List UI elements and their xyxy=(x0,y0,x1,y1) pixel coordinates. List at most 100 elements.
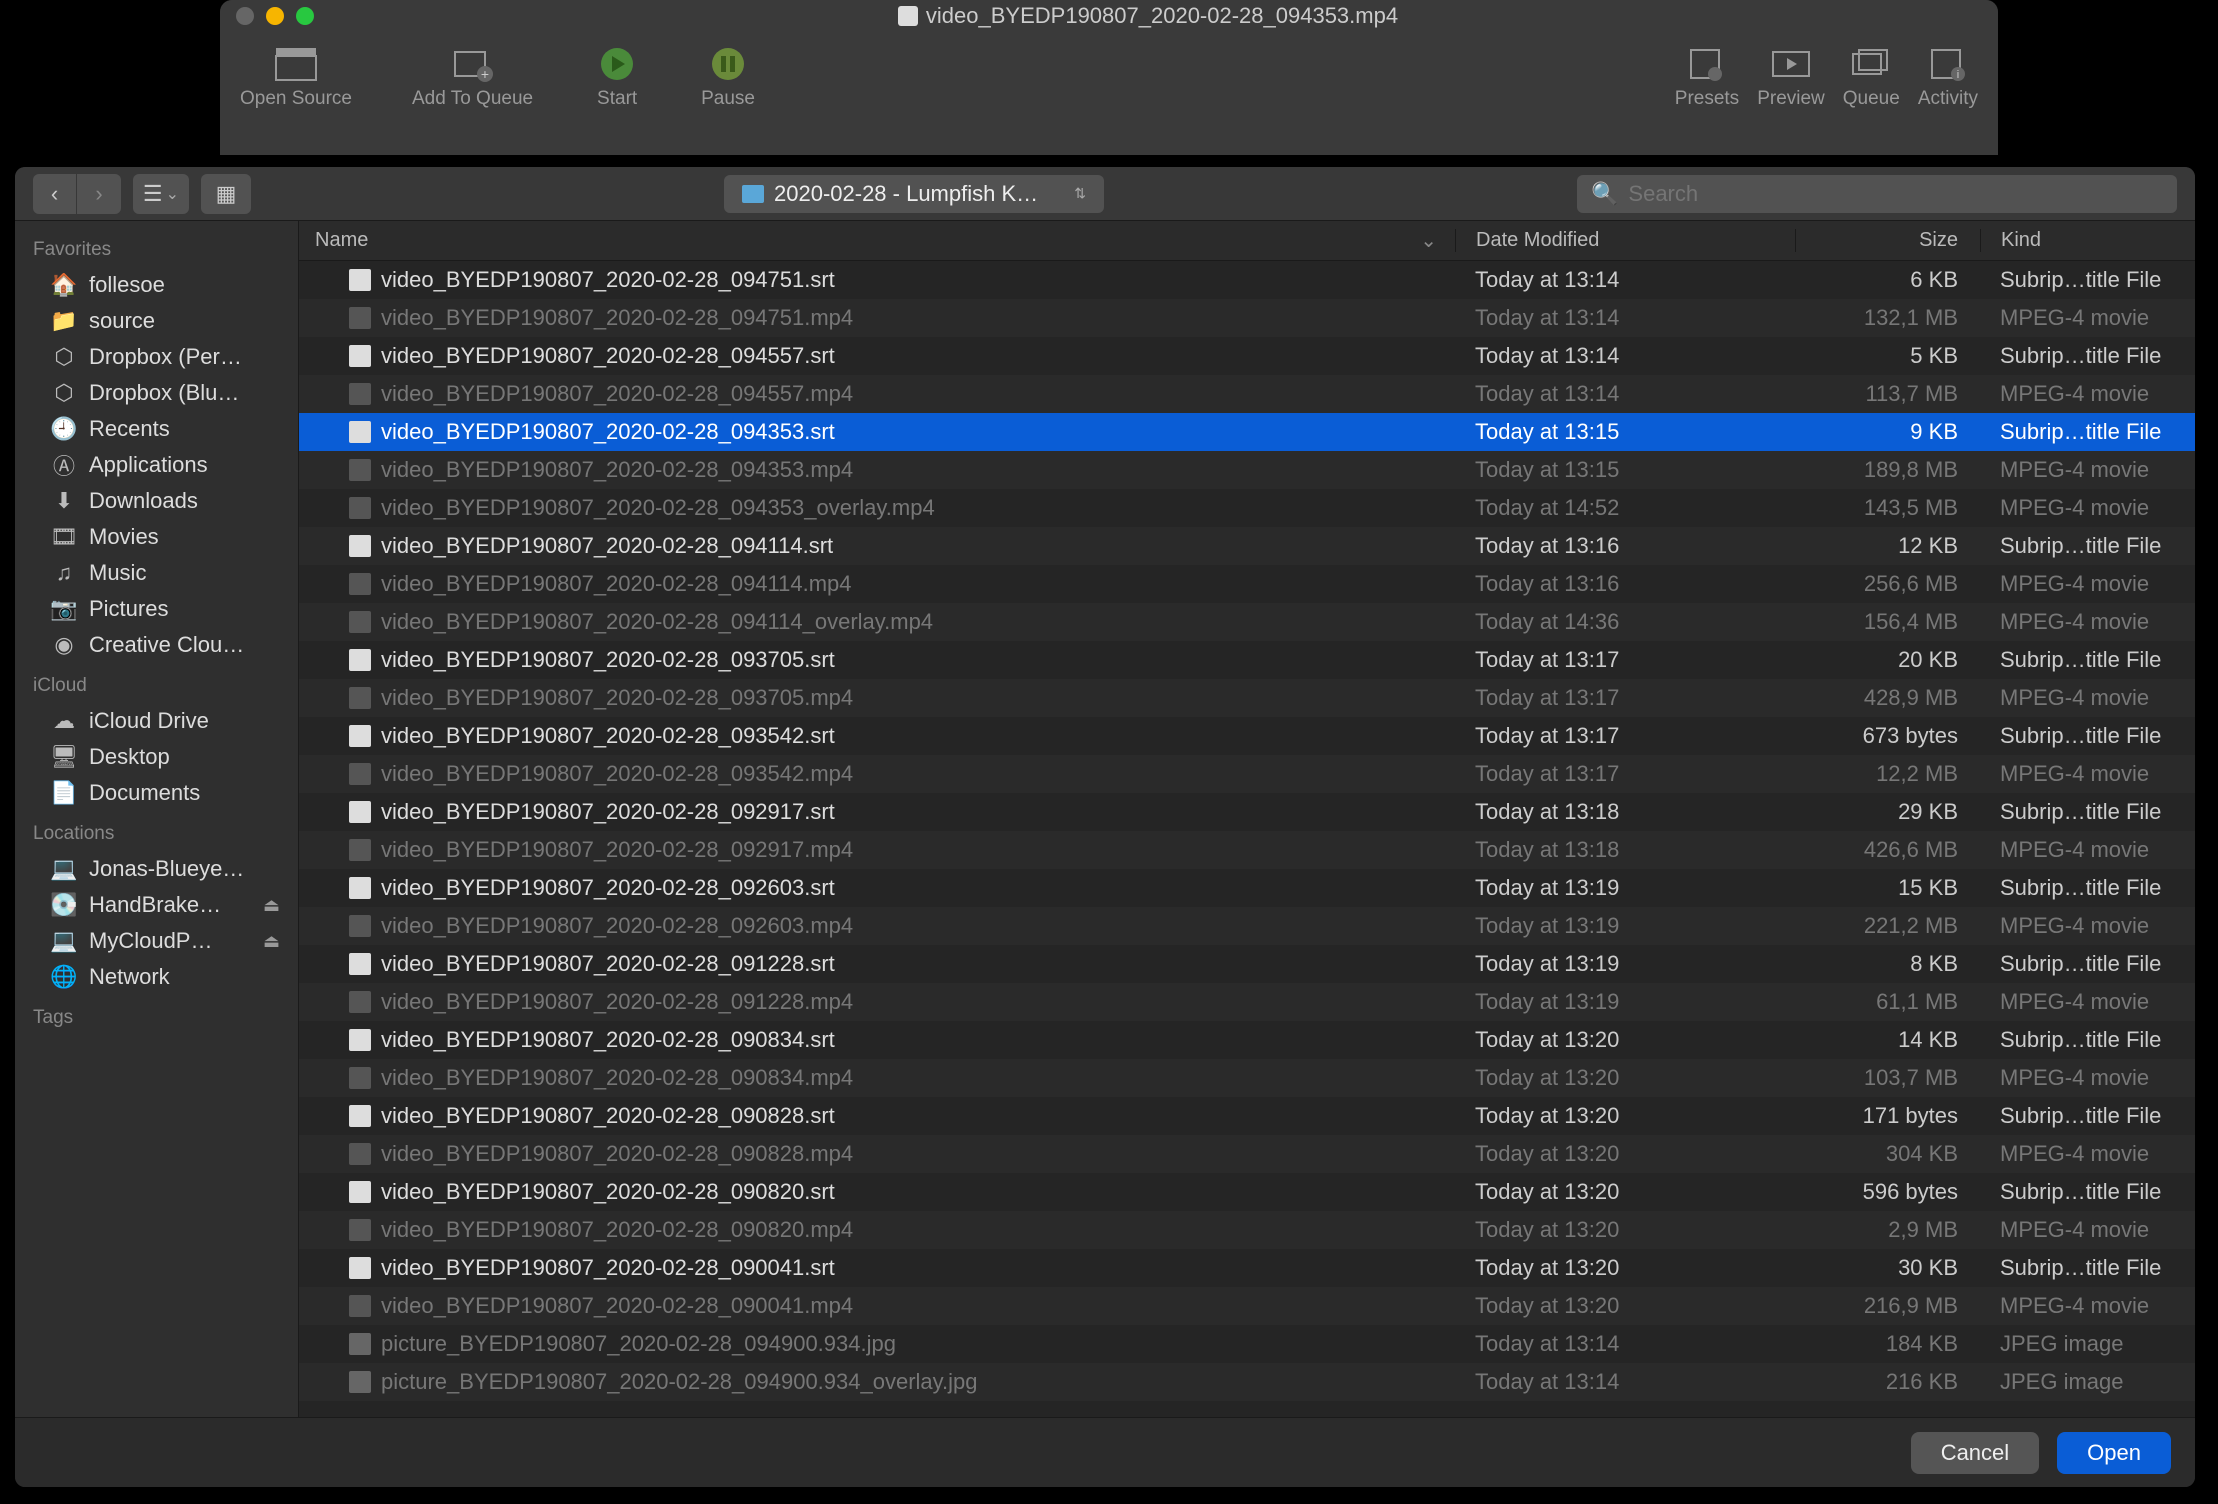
file-name: video_BYEDP190807_2020-02-28_093542.mp4 xyxy=(381,761,853,787)
start-button[interactable]: Start xyxy=(593,44,641,110)
group-button[interactable]: ▦ xyxy=(201,174,251,214)
file-row[interactable]: video_BYEDP190807_2020-02-28_094114.srtT… xyxy=(299,527,2195,565)
file-row[interactable]: video_BYEDP190807_2020-02-28_090041.mp4T… xyxy=(299,1287,2195,1325)
sidebar-item[interactable]: 📄Documents xyxy=(15,775,298,811)
file-size: 428,9 MB xyxy=(1795,685,1980,711)
file-kind: JPEG image xyxy=(1980,1331,2195,1357)
srt-file-icon xyxy=(349,649,371,671)
file-row[interactable]: video_BYEDP190807_2020-02-28_094114.mp4T… xyxy=(299,565,2195,603)
file-row[interactable]: video_BYEDP190807_2020-02-28_092603.mp4T… xyxy=(299,907,2195,945)
sidebar-item[interactable]: ◉Creative Clou… xyxy=(15,627,298,663)
sidebar-item[interactable]: 📁source xyxy=(15,303,298,339)
maximize-window-button[interactable] xyxy=(296,7,314,25)
search-box[interactable]: 🔍 xyxy=(1577,175,2177,213)
sidebar-item[interactable]: ⬇Downloads xyxy=(15,483,298,519)
file-row[interactable]: video_BYEDP190807_2020-02-28_094751.mp4T… xyxy=(299,299,2195,337)
sidebar-item[interactable]: 📷Pictures xyxy=(15,591,298,627)
add-to-queue-button[interactable]: + Add To Queue xyxy=(412,44,533,110)
sidebar-item[interactable]: ☁iCloud Drive xyxy=(15,703,298,739)
file-row[interactable]: video_BYEDP190807_2020-02-28_092917.srtT… xyxy=(299,793,2195,831)
file-row[interactable]: video_BYEDP190807_2020-02-28_093705.mp4T… xyxy=(299,679,2195,717)
sidebar-item[interactable]: 💻Jonas-Blueye… xyxy=(15,851,298,887)
column-name[interactable]: Name⌄ xyxy=(299,228,1455,253)
file-row[interactable]: video_BYEDP190807_2020-02-28_092917.mp4T… xyxy=(299,831,2195,869)
file-kind: MPEG-4 movie xyxy=(1980,457,2195,483)
sidebar-item[interactable]: ⒶApplications xyxy=(15,447,298,483)
file-row[interactable]: video_BYEDP190807_2020-02-28_091228.srtT… xyxy=(299,945,2195,983)
file-date: Today at 13:14 xyxy=(1455,1331,1795,1357)
file-row[interactable]: video_BYEDP190807_2020-02-28_093542.srtT… xyxy=(299,717,2195,755)
file-row[interactable]: video_BYEDP190807_2020-02-28_090834.mp4T… xyxy=(299,1059,2195,1097)
presets-button[interactable]: Presets xyxy=(1675,44,1739,110)
file-kind: MPEG-4 movie xyxy=(1980,1065,2195,1091)
open-source-button[interactable]: Open Source xyxy=(240,44,352,110)
view-mode-button[interactable]: ☰ ⌄ xyxy=(133,174,189,214)
file-name: video_BYEDP190807_2020-02-28_092603.srt xyxy=(381,875,835,901)
nav-back-button[interactable]: ‹ xyxy=(33,174,77,214)
file-row[interactable]: video_BYEDP190807_2020-02-28_094353.mp4T… xyxy=(299,451,2195,489)
home-icon: 🏠 xyxy=(51,274,77,296)
path-dropdown[interactable]: 2020-02-28 - Lumpfish K… ⇅ xyxy=(724,175,1104,213)
file-row[interactable]: video_BYEDP190807_2020-02-28_090820.srtT… xyxy=(299,1173,2195,1211)
sidebar-item[interactable]: 🖥Desktop xyxy=(15,739,298,775)
sidebar-item[interactable]: 💽HandBrake…⏏ xyxy=(15,887,298,923)
srt-file-icon xyxy=(349,1105,371,1127)
locations-header: Locations xyxy=(15,817,298,851)
file-row[interactable]: video_BYEDP190807_2020-02-28_090834.srtT… xyxy=(299,1021,2195,1059)
file-row[interactable]: video_BYEDP190807_2020-02-28_090828.mp4T… xyxy=(299,1135,2195,1173)
file-date: Today at 13:20 xyxy=(1455,1065,1795,1091)
minimize-window-button[interactable] xyxy=(266,7,284,25)
pause-button[interactable]: Pause xyxy=(701,44,755,110)
file-row[interactable]: video_BYEDP190807_2020-02-28_094353_over… xyxy=(299,489,2195,527)
file-size: 8 KB xyxy=(1795,951,1980,977)
eject-icon[interactable]: ⏏ xyxy=(263,895,280,916)
file-date: Today at 14:36 xyxy=(1455,609,1795,635)
file-list[interactable]: video_BYEDP190807_2020-02-28_094751.srtT… xyxy=(299,261,2195,1417)
close-window-button[interactable] xyxy=(236,7,254,25)
sidebar-item[interactable]: 💻MyCloudP…⏏ xyxy=(15,923,298,959)
tags-header: Tags xyxy=(15,1001,298,1035)
eject-icon[interactable]: ⏏ xyxy=(263,931,280,952)
file-row[interactable]: picture_BYEDP190807_2020-02-28_094900.93… xyxy=(299,1363,2195,1401)
file-row[interactable]: video_BYEDP190807_2020-02-28_094353.srtT… xyxy=(299,413,2195,451)
file-row[interactable]: video_BYEDP190807_2020-02-28_094751.srtT… xyxy=(299,261,2195,299)
file-row[interactable]: video_BYEDP190807_2020-02-28_094557.mp4T… xyxy=(299,375,2195,413)
file-date: Today at 13:14 xyxy=(1455,381,1795,407)
nav-forward-button[interactable]: › xyxy=(77,174,121,214)
sidebar-item[interactable]: ⬡Dropbox (Blu… xyxy=(15,375,298,411)
cancel-button[interactable]: Cancel xyxy=(1911,1432,2039,1474)
file-row[interactable]: video_BYEDP190807_2020-02-28_091228.mp4T… xyxy=(299,983,2195,1021)
activity-button[interactable]: i Activity xyxy=(1918,44,1978,110)
sidebar-item[interactable]: ♫Music xyxy=(15,555,298,591)
sidebar-item[interactable]: 🎞Movies xyxy=(15,519,298,555)
file-name: video_BYEDP190807_2020-02-28_091228.mp4 xyxy=(381,989,853,1015)
sidebar-item-label: source xyxy=(89,308,155,334)
file-row[interactable]: video_BYEDP190807_2020-02-28_094557.srtT… xyxy=(299,337,2195,375)
file-row[interactable]: video_BYEDP190807_2020-02-28_092603.srtT… xyxy=(299,869,2195,907)
file-row[interactable]: video_BYEDP190807_2020-02-28_090820.mp4T… xyxy=(299,1211,2195,1249)
file-row[interactable]: video_BYEDP190807_2020-02-28_093705.srtT… xyxy=(299,641,2195,679)
sidebar-item[interactable]: 🌐Network xyxy=(15,959,298,995)
sidebar-item[interactable]: ⬡Dropbox (Per… xyxy=(15,339,298,375)
search-input[interactable] xyxy=(1628,181,2163,207)
queue-add-icon: + xyxy=(449,44,497,84)
column-size[interactable]: Size xyxy=(1795,229,1980,252)
column-date[interactable]: Date Modified xyxy=(1455,229,1795,252)
column-kind[interactable]: Kind xyxy=(1980,229,2195,252)
sidebar-item-label: Jonas-Blueye… xyxy=(89,856,244,882)
file-row[interactable]: video_BYEDP190807_2020-02-28_090041.srtT… xyxy=(299,1249,2195,1287)
preview-button[interactable]: Preview xyxy=(1757,44,1825,110)
file-row[interactable]: video_BYEDP190807_2020-02-28_093542.mp4T… xyxy=(299,755,2195,793)
activity-label: Activity xyxy=(1918,88,1978,110)
sidebar-item[interactable]: 🏠follesoe xyxy=(15,267,298,303)
sidebar-item[interactable]: 🕘Recents xyxy=(15,411,298,447)
file-name: video_BYEDP190807_2020-02-28_090828.mp4 xyxy=(381,1141,853,1167)
file-row[interactable]: picture_BYEDP190807_2020-02-28_094900.93… xyxy=(299,1325,2195,1363)
open-button[interactable]: Open xyxy=(2057,1432,2171,1474)
file-row[interactable]: video_BYEDP190807_2020-02-28_090828.srtT… xyxy=(299,1097,2195,1135)
clapper-icon xyxy=(272,44,320,84)
sidebar-item-label: Downloads xyxy=(89,488,198,514)
activity-icon: i xyxy=(1924,44,1972,84)
queue-button[interactable]: Queue xyxy=(1843,44,1900,110)
file-row[interactable]: video_BYEDP190807_2020-02-28_094114_over… xyxy=(299,603,2195,641)
